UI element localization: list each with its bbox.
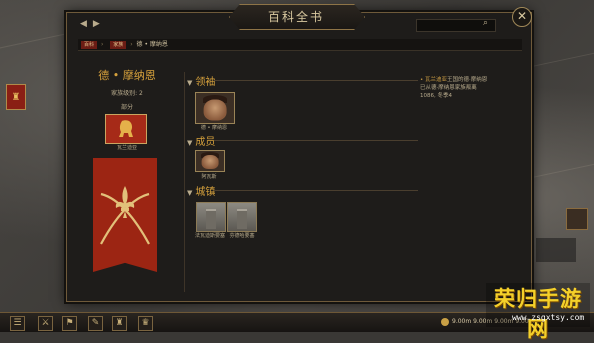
close-icon: ✕ — [516, 9, 528, 23]
section-settlements-title: 城镇 — [195, 187, 216, 198]
kingdom-icon[interactable]: ♛ — [138, 316, 153, 331]
nav-arrows: ◀▶ — [80, 19, 106, 29]
portrait-face — [201, 155, 219, 169]
arrow-left-icon[interactable]: ◀ — [80, 19, 93, 29]
leader-name: 德 • 摩纳恩 — [200, 125, 228, 131]
note-date: 1086, 冬季4 — [420, 93, 452, 99]
clan-type: 部分 — [120, 104, 133, 111]
settlement-name: 芬德哈要塞 — [229, 233, 255, 239]
chevron-down-icon: ▼ — [187, 189, 193, 197]
leader-portrait[interactable] — [195, 92, 235, 124]
lion-icon — [119, 120, 133, 137]
section-settlements-header[interactable]: ▼ 城镇 — [187, 183, 417, 198]
member-portrait[interactable] — [195, 150, 225, 172]
breadcrumb: 百科 › 家族 › 德 • 摩纳恩 — [78, 39, 522, 51]
clan-name: 德 • 摩纳恩 — [98, 69, 156, 82]
note-kingdom-link[interactable]: 瓦兰迪亚 — [425, 77, 447, 83]
close-button[interactable]: ✕ — [512, 7, 532, 27]
section-rule — [214, 140, 418, 141]
breadcrumb-clans[interactable]: 家族 — [110, 40, 127, 49]
settlement-card[interactable] — [227, 202, 257, 232]
breadcrumb-root[interactable]: 百科 — [81, 40, 98, 49]
clan-tier: 家族级别: 2 — [111, 90, 143, 97]
kingdom-badge[interactable] — [105, 114, 147, 144]
watermark: 荣归手游网 www.zsgxtsy.com — [486, 283, 590, 341]
note-line2: 已从德·摩纳恩家族叛离 — [420, 85, 477, 91]
kingdom-label: 瓦兰迪亚 — [116, 145, 137, 151]
search-icon[interactable]: ⌕ — [483, 18, 488, 28]
column-divider — [184, 72, 185, 292]
section-members-header[interactable]: ▼ 成员 — [187, 133, 417, 148]
note-bullet: • — [420, 77, 424, 83]
section-members-title: 成员 — [195, 137, 216, 148]
breadcrumb-separator: › — [130, 41, 133, 48]
portrait-face — [203, 99, 227, 120]
section-rule — [214, 190, 418, 191]
castle-icon — [237, 209, 247, 229]
chevron-down-icon: ▼ — [187, 139, 193, 147]
note-line1: 王国的德·摩纳恩 — [447, 77, 488, 83]
breadcrumb-current: 德 • 摩纳恩 — [136, 41, 168, 48]
section-leader-header[interactable]: ▼ 领袖 — [187, 73, 417, 88]
quest-icon[interactable]: ✎ — [88, 316, 103, 331]
section-rule — [214, 80, 418, 81]
character-icon[interactable]: ☰ — [10, 316, 25, 331]
page-title: 百科全书 — [267, 10, 324, 24]
clan-event-note: • 瓦兰迪亚王国的德·摩纳恩 已从德·摩纳恩家族叛离 1086, 冬季4 — [420, 76, 520, 100]
party-icon[interactable]: ⚑ — [62, 316, 77, 331]
chevron-down-icon: ▼ — [187, 79, 193, 87]
member-name: 阿瓦斯 — [201, 174, 217, 180]
map-settlement-marker[interactable] — [566, 208, 588, 230]
clan-icon[interactable]: ♜ — [112, 316, 127, 331]
gold-icon — [441, 318, 449, 326]
watermark-url: www.zsgxtsy.com — [512, 313, 585, 322]
castle-icon — [206, 209, 216, 229]
section-leader-title: 领袖 — [195, 77, 216, 88]
arrow-right-icon[interactable]: ▶ — [93, 19, 106, 29]
fleur-de-lis-icon — [100, 186, 150, 245]
map-faction-banner[interactable]: ♜ — [6, 84, 26, 110]
inventory-icon[interactable]: ⚔ — [38, 316, 53, 331]
settlement-card[interactable] — [196, 202, 226, 232]
breadcrumb-separator: › — [100, 41, 104, 48]
map-river — [530, 162, 594, 179]
clan-banner — [93, 158, 157, 272]
map-terrain-patch — [536, 238, 576, 262]
